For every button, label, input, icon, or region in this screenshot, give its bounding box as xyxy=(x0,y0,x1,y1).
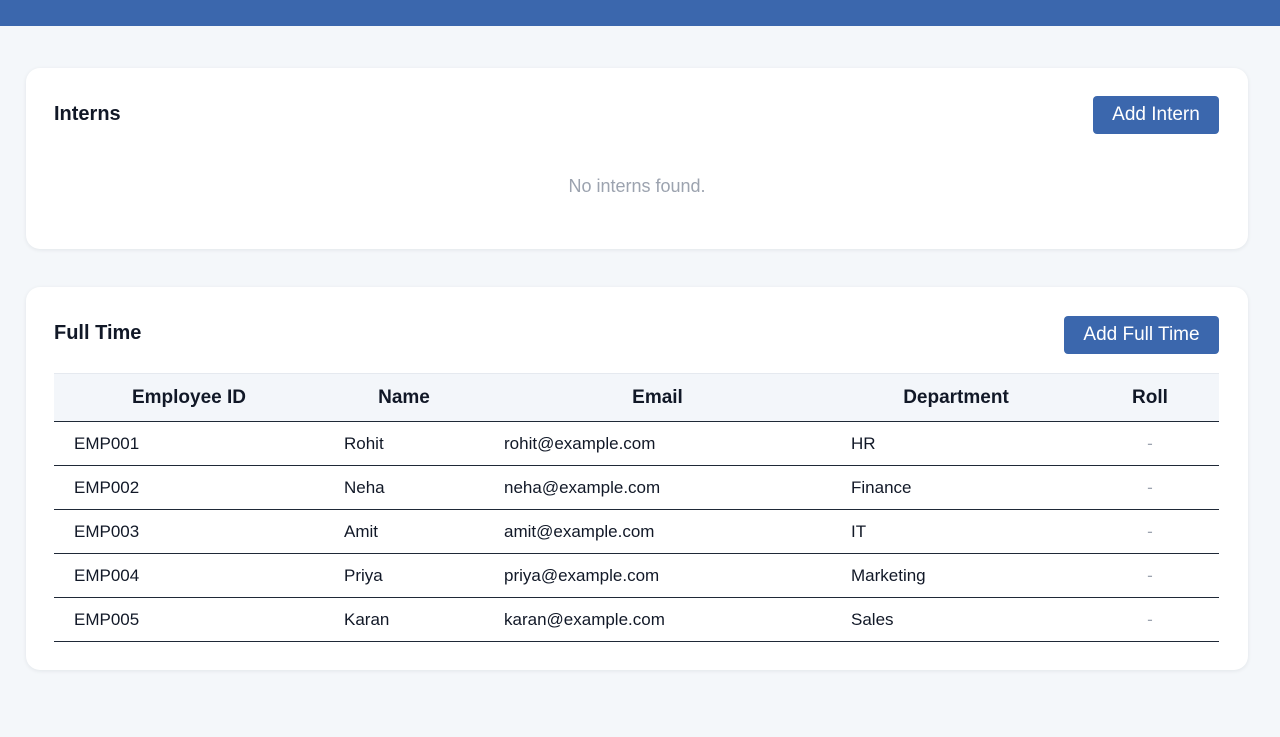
interns-title: Interns xyxy=(54,103,121,125)
cell-name: Priya xyxy=(324,553,484,598)
cell-roll: - xyxy=(1081,553,1219,598)
cell-email: amit@example.com xyxy=(484,509,831,554)
cell-department: HR xyxy=(831,421,1081,466)
cell-email: neha@example.com xyxy=(484,465,831,510)
cell-employee-id: EMP002 xyxy=(54,465,324,510)
table-header: Employee ID Name Email Department Roll xyxy=(54,373,1219,422)
fulltime-title: Full Time xyxy=(54,322,142,344)
table-row: EMP003 Amit amit@example.com IT - xyxy=(54,509,1219,554)
table-row: EMP005 Karan karan@example.com Sales - xyxy=(54,597,1219,642)
table-header-row: Employee ID Name Email Department Roll xyxy=(54,373,1219,422)
column-header-department: Department xyxy=(831,373,1081,422)
cell-roll: - xyxy=(1081,421,1219,466)
cell-employee-id: EMP004 xyxy=(54,553,324,598)
cell-department: IT xyxy=(831,509,1081,554)
employee-table: Employee ID Name Email Department Roll E… xyxy=(54,373,1219,642)
employee-table-container: Employee ID Name Email Department Roll E… xyxy=(54,373,1219,642)
cell-department: Sales xyxy=(831,597,1081,642)
add-intern-button[interactable]: Add Intern xyxy=(1093,96,1219,134)
cell-department: Marketing xyxy=(831,553,1081,598)
cell-name: Rohit xyxy=(324,421,484,466)
cell-employee-id: EMP003 xyxy=(54,509,324,554)
cell-roll: - xyxy=(1081,597,1219,642)
cell-email: rohit@example.com xyxy=(484,421,831,466)
cell-name: Karan xyxy=(324,597,484,642)
add-fulltime-button[interactable]: Add Full Time xyxy=(1064,316,1219,354)
cell-name: Neha xyxy=(324,465,484,510)
cell-email: karan@example.com xyxy=(484,597,831,642)
cell-department: Finance xyxy=(831,465,1081,510)
cell-employee-id: EMP001 xyxy=(54,421,324,466)
table-row: EMP001 Rohit rohit@example.com HR - xyxy=(54,421,1219,466)
fulltime-card: Full Time Add Full Time Employee ID Name… xyxy=(26,287,1248,670)
cell-employee-id: EMP005 xyxy=(54,597,324,642)
cell-email: priya@example.com xyxy=(484,553,831,598)
top-navbar xyxy=(0,0,1280,26)
interns-card: Interns Add Intern No interns found. xyxy=(26,68,1248,249)
column-header-name: Name xyxy=(324,373,484,422)
table-row: EMP002 Neha neha@example.com Finance - xyxy=(54,465,1219,510)
column-header-employee-id: Employee ID xyxy=(54,373,324,422)
cell-roll: - xyxy=(1081,465,1219,510)
column-header-email: Email xyxy=(484,373,831,422)
cell-roll: - xyxy=(1081,509,1219,554)
column-header-roll: Roll xyxy=(1081,373,1219,422)
interns-empty-message: No interns found. xyxy=(568,176,706,196)
table-body: EMP001 Rohit rohit@example.com HR - EMP0… xyxy=(54,421,1219,642)
cell-name: Amit xyxy=(324,509,484,554)
table-row: EMP004 Priya priya@example.com Marketing… xyxy=(54,553,1219,598)
